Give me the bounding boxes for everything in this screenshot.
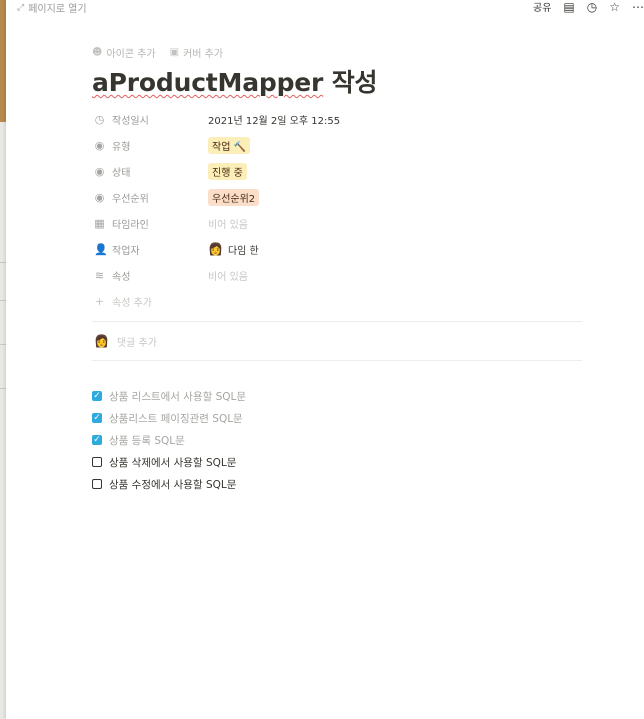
- property-value: 비어 있음: [208, 271, 248, 283]
- checkbox-unchecked[interactable]: [92, 479, 102, 489]
- property-timeline[interactable]: ▦ 타임라인 비어 있음: [92, 210, 582, 236]
- star-icon[interactable]: ☆: [609, 0, 620, 14]
- priority-tag: 우선순위2: [208, 188, 260, 206]
- checkbox-checked[interactable]: ✓: [92, 391, 102, 401]
- property-name: 작업자: [112, 245, 140, 257]
- select-icon: ◉: [94, 190, 105, 204]
- topbar-actions: 공유 ▤ ◷ ☆ ⋯: [533, 0, 644, 14]
- property-name: 작성일시: [112, 115, 149, 127]
- select-icon: ◉: [94, 164, 105, 178]
- checkbox-checked[interactable]: ✓: [92, 435, 102, 445]
- page-title[interactable]: aProductMapper 작성: [92, 66, 582, 100]
- type-tag: 작업 🔨: [208, 136, 251, 154]
- add-cover-label: 커버 추가: [183, 48, 224, 60]
- property-type[interactable]: ◉ 유형 작업 🔨: [92, 132, 582, 158]
- page-title-korean: 작성: [331, 68, 378, 97]
- select-icon: ◉: [94, 138, 105, 152]
- todo-text[interactable]: 상품 리스트에서 사용할 SQL문: [109, 389, 246, 404]
- checkbox-checked[interactable]: ✓: [92, 413, 102, 423]
- todo-item: ✓ 상품 리스트에서 사용할 SQL문: [92, 385, 582, 407]
- todo-item: 상품 수정에서 사용할 SQL문: [92, 473, 582, 495]
- property-value: 비어 있음: [208, 219, 248, 231]
- todo-item: ✓ 상품리스트 페이징관련 SQL문: [92, 407, 582, 429]
- add-icon-label: 아이콘 추가: [106, 48, 156, 60]
- property-status[interactable]: ◉ 상태 진행 중: [92, 158, 582, 184]
- open-as-page-label: 페이지로 열기: [28, 4, 87, 15]
- checkbox-unchecked[interactable]: [92, 457, 102, 467]
- avatar: 👩: [208, 242, 223, 256]
- multi-select-icon: ≋: [94, 268, 105, 282]
- todo-list: ✓ 상품 리스트에서 사용할 SQL문 ✓ 상품리스트 페이징관련 SQL문 ✓…: [92, 385, 582, 495]
- property-attribute[interactable]: ≋ 속성 비어 있음: [92, 262, 582, 288]
- property-name: 유형: [112, 141, 131, 153]
- smiley-icon: ☻: [92, 46, 103, 58]
- property-name: 타임라인: [112, 219, 149, 231]
- todo-item: 상품 삭제에서 사용할 SQL문: [92, 451, 582, 473]
- topbar: ⤢ 페이지로 열기 공유 ▤ ◷ ☆ ⋯: [6, 0, 644, 16]
- add-cover-button[interactable]: ▣ 커버 추가: [170, 45, 223, 60]
- page-title-english: aProductMapper: [92, 68, 324, 97]
- page-peek-panel: ⤢ 페이지로 열기 공유 ▤ ◷ ☆ ⋯ ☻ 아이콘 추가 ▣ 커버 추가 aP…: [6, 0, 644, 719]
- todo-item: ✓ 상품 등록 SQL문: [92, 429, 582, 451]
- divider: [92, 360, 582, 361]
- status-tag: 진행 중: [208, 162, 247, 180]
- property-value: 다임 한: [227, 245, 259, 257]
- comment-icon[interactable]: ▤: [563, 0, 574, 14]
- add-property-label: 속성 추가: [112, 297, 152, 309]
- comment-placeholder: 댓글 추가: [116, 337, 157, 349]
- todo-text[interactable]: 상품리스트 페이징관련 SQL문: [109, 411, 243, 426]
- property-priority[interactable]: ◉ 우선순위 우선순위2: [92, 184, 582, 210]
- clock-icon[interactable]: ◷: [587, 0, 597, 14]
- todo-text[interactable]: 상품 삭제에서 사용할 SQL문: [109, 455, 236, 470]
- property-name: 속성: [112, 271, 131, 283]
- page-content: ☻ 아이콘 추가 ▣ 커버 추가 aProductMapper 작성 ◷ 작성일시…: [92, 44, 582, 495]
- calendar-icon: ▦: [94, 216, 105, 230]
- clock-icon: ◷: [94, 112, 105, 126]
- expand-arrows-icon: ⤢: [17, 2, 25, 13]
- image-icon: ▣: [169, 46, 180, 58]
- todo-text[interactable]: 상품 등록 SQL문: [109, 433, 185, 448]
- property-name: 우선순위: [112, 193, 149, 205]
- avatar: 👩: [94, 334, 109, 348]
- person-icon: 👤: [94, 242, 108, 256]
- share-button[interactable]: 공유: [533, 0, 551, 14]
- plus-icon: +: [94, 294, 105, 308]
- comment-input[interactable]: 👩 댓글 추가: [92, 322, 582, 360]
- add-property-button[interactable]: + 속성 추가: [92, 288, 582, 314]
- property-list: ◷ 작성일시 2021년 12월 2일 오후 12:55 ◉ 유형 작업 🔨 ◉ 상태…: [92, 106, 582, 314]
- open-as-page-button[interactable]: ⤢ 페이지로 열기: [17, 0, 87, 16]
- more-dots-icon[interactable]: ⋯: [632, 0, 644, 14]
- property-value: 2021년 12월 2일 오후 12:55: [208, 115, 341, 127]
- todo-text[interactable]: 상품 수정에서 사용할 SQL문: [109, 477, 236, 492]
- add-icon-button[interactable]: ☻ 아이콘 추가: [92, 45, 156, 60]
- page-controls: ☻ 아이콘 추가 ▣ 커버 추가: [92, 44, 582, 60]
- property-name: 상태: [112, 167, 131, 179]
- property-created-time[interactable]: ◷ 작성일시 2021년 12월 2일 오후 12:55: [92, 106, 582, 132]
- property-assignee[interactable]: 👤 작업자 👩 다임 한: [92, 236, 582, 262]
